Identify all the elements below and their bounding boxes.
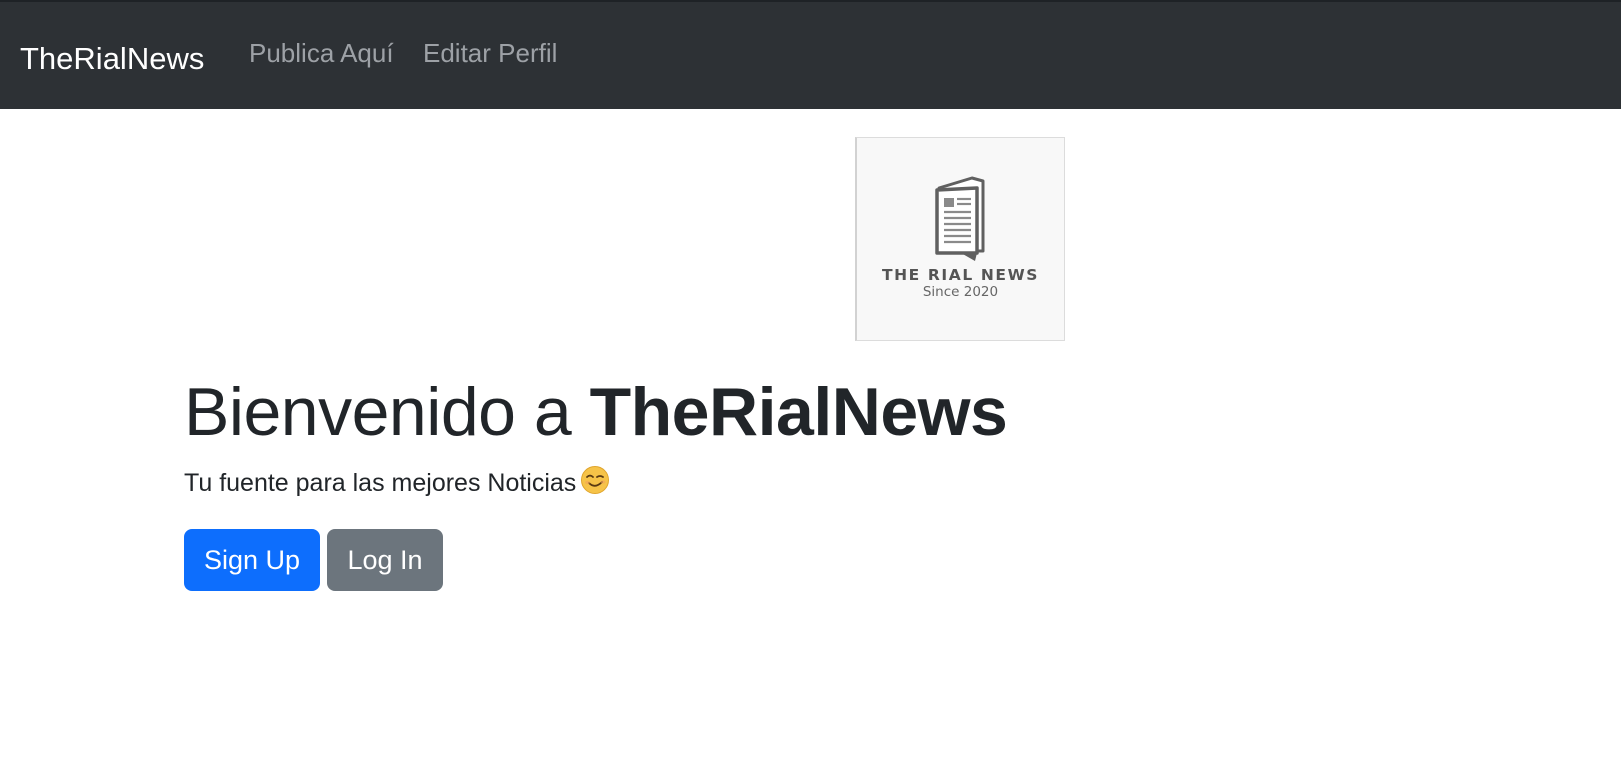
- navbar-brand[interactable]: TheRialNews: [20, 39, 204, 79]
- log-in-button[interactable]: Log In: [327, 529, 443, 591]
- page-heading: Bienvenido a TheRialNews: [184, 370, 1008, 454]
- logo-subtitle: Since 2020: [922, 284, 999, 300]
- nav-link-editar-perfil[interactable]: Editar Perfil: [423, 34, 557, 72]
- site-logo: THE RIAL NEWS Since 2020: [855, 137, 1065, 341]
- sign-up-button[interactable]: Sign Up: [184, 529, 320, 591]
- tagline: Tu fuente para las mejores Noticias: [184, 465, 610, 505]
- nav-link-publica[interactable]: Publica Aquí: [249, 34, 394, 72]
- logo-title: THE RIAL NEWS: [881, 266, 1040, 284]
- newspaper-icon: [935, 176, 985, 261]
- winking-face-emoji-icon: [580, 465, 610, 505]
- heading-prefix: Bienvenido a: [184, 374, 572, 450]
- heading-brand: TheRialNews: [589, 374, 1008, 450]
- tagline-text: Tu fuente para las mejores Noticias: [184, 469, 577, 497]
- top-navbar: TheRialNews Publica Aquí Editar Perfil: [0, 0, 1621, 109]
